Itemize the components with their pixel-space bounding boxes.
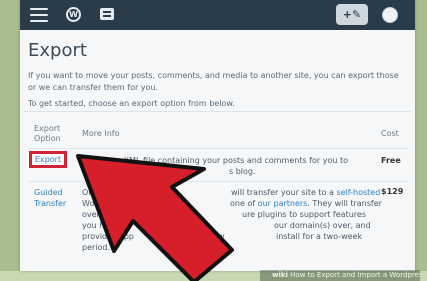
watermark-brand: wiki [272, 271, 288, 279]
red-pointer-arrow [76, 154, 234, 281]
wikihow-watermark: wiki How to Export and Import a Wordpres… [260, 270, 420, 281]
arrow-shape [76, 154, 234, 281]
watermark-text: How to Export and Import a Wordpress Bl [290, 271, 420, 279]
